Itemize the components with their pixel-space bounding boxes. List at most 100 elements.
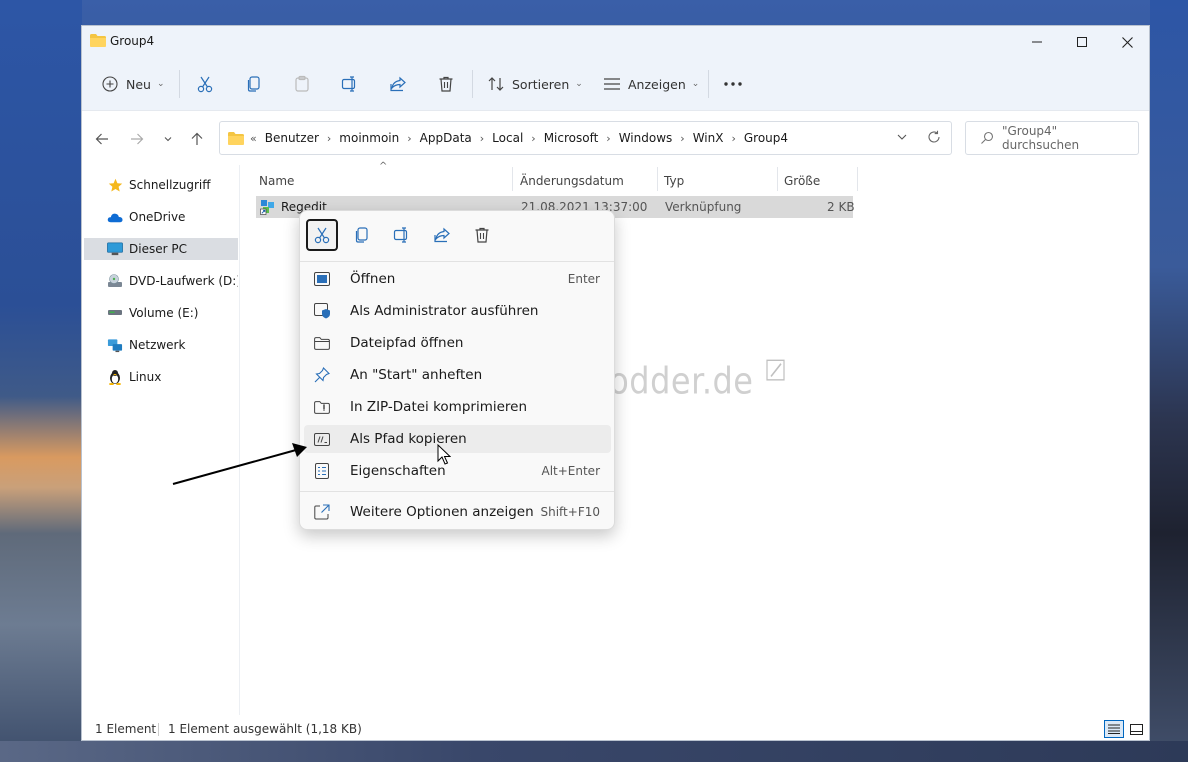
context-item-open[interactable]: Öffnen Enter <box>304 265 611 293</box>
back-button[interactable] <box>92 129 112 149</box>
context-item-open-file-location[interactable]: Dateipfad öffnen <box>304 329 611 357</box>
chevron-down-icon: ⌄ <box>156 79 165 89</box>
up-button[interactable] <box>187 129 207 149</box>
column-header-label: Änderungsdatum <box>520 174 624 188</box>
rename-button[interactable] <box>341 68 359 100</box>
column-header-label: Name <box>259 174 295 188</box>
cut-button[interactable] <box>196 68 214 100</box>
new-button[interactable]: Neu ⌄ <box>102 68 165 100</box>
chevron-down-icon <box>897 134 907 140</box>
context-cut-button[interactable] <box>306 219 338 251</box>
context-item-copy-as-path[interactable]: Als Pfad kopieren <box>304 425 611 453</box>
column-header-type[interactable]: Typ <box>664 171 684 191</box>
title-bar[interactable]: Group4 <box>82 26 1149 58</box>
context-item-label: Öffnen <box>350 271 396 287</box>
breadcrumb-item[interactable]: Benutzer <box>265 131 319 145</box>
sidebar-item-quick-access[interactable]: Schnellzugriff <box>84 174 238 196</box>
new-button-label: Neu <box>126 76 151 92</box>
cloud-icon <box>107 210 123 224</box>
copy-icon <box>247 76 260 92</box>
column-divider[interactable] <box>657 167 658 191</box>
status-divider <box>158 723 159 736</box>
breadcrumb-item[interactable]: Local <box>492 131 523 145</box>
context-rename-button[interactable] <box>386 219 418 251</box>
arrow-left-icon <box>95 133 108 145</box>
dvd-drive-icon <box>107 274 123 288</box>
sidebar-item-label: Dieser PC <box>129 242 187 256</box>
sidebar-item-label: Schnellzugriff <box>129 178 211 192</box>
context-item-show-more-options[interactable]: Weitere Optionen anzeigen Shift+F10 <box>304 498 611 526</box>
breadcrumb-item[interactable]: moinmoin <box>339 131 399 145</box>
desktop-wallpaper-left <box>0 0 82 762</box>
sidebar-item-label: DVD-Laufwerk (D:) C <box>129 274 238 288</box>
maximize-button[interactable] <box>1059 26 1105 58</box>
context-delete-button[interactable] <box>466 219 498 251</box>
sidebar-item-dvd-drive[interactable]: DVD-Laufwerk (D:) C <box>84 270 238 292</box>
refresh-button[interactable] <box>927 130 941 144</box>
column-header-size[interactable]: Größe <box>784 171 820 191</box>
recent-locations-button[interactable] <box>158 129 178 149</box>
copy-button[interactable] <box>245 68 263 100</box>
more-options-button[interactable] <box>723 68 743 100</box>
chevron-right-icon: › <box>326 131 332 145</box>
context-item-properties[interactable]: Eigenschaften Alt+Enter <box>304 457 611 485</box>
sidebar-item-label: Netzwerk <box>129 338 186 352</box>
sidebar-item-network[interactable]: Netzwerk <box>84 334 238 356</box>
minimize-button[interactable] <box>1014 26 1060 58</box>
column-header-date[interactable]: Änderungsdatum <box>520 171 624 191</box>
search-box[interactable]: "Group4" durchsuchen <box>965 121 1139 155</box>
sort-button[interactable]: Sortieren ⌄ <box>487 68 583 100</box>
sidebar-item-this-pc[interactable]: Dieser PC <box>84 238 238 260</box>
breadcrumb-item[interactable]: Microsoft <box>544 131 599 145</box>
breadcrumb-item[interactable]: WinX <box>693 131 724 145</box>
column-header-name[interactable]: Name <box>259 171 294 191</box>
tiles-view-button[interactable] <box>1126 720 1146 738</box>
address-bar[interactable]: « Benutzer › moinmoin › AppData › Local … <box>219 121 952 155</box>
column-divider[interactable] <box>777 167 778 191</box>
tiles-view-icon <box>1129 723 1143 735</box>
registry-shortcut-icon <box>260 199 276 215</box>
context-menu-quick-actions <box>300 211 614 261</box>
context-item-run-as-admin[interactable]: Als Administrator ausführen <box>304 297 611 325</box>
breadcrumb-overflow[interactable]: « <box>250 132 257 145</box>
context-item-compress-zip[interactable]: In ZIP-Datei komprimieren <box>304 393 611 421</box>
view-button[interactable]: Anzeigen ⌄ <box>603 68 699 100</box>
status-bar: 1 Element 1 Element ausgewählt (1,18 KB) <box>82 716 1149 740</box>
column-divider[interactable] <box>512 167 513 191</box>
forward-button[interactable] <box>127 129 147 149</box>
drive-icon <box>107 306 123 320</box>
breadcrumb-item[interactable]: Group4 <box>744 131 788 145</box>
chevron-down-icon <box>164 137 172 142</box>
chevron-right-icon: › <box>531 131 536 145</box>
column-divider[interactable] <box>857 167 858 191</box>
sidebar-item-linux[interactable]: Linux <box>84 366 238 388</box>
window-title: Group4 <box>110 34 155 48</box>
sidebar-item-label: Linux <box>129 370 162 384</box>
chevron-right-icon: › <box>680 131 685 145</box>
context-copy-button[interactable] <box>346 219 378 251</box>
chevron-right-icon: › <box>479 131 485 145</box>
paste-button[interactable] <box>293 68 311 100</box>
breadcrumb-item[interactable]: Windows <box>619 131 673 145</box>
rename-icon <box>341 76 356 92</box>
toolbar-separator <box>179 70 180 98</box>
context-share-button[interactable] <box>426 219 458 251</box>
context-item-pin-to-start[interactable]: An "Start" anheften <box>304 361 611 389</box>
status-selection: 1 Element ausgewählt (1,18 KB) <box>168 722 362 736</box>
details-view-icon <box>1108 724 1120 734</box>
search-icon <box>981 131 994 144</box>
address-dropdown-button[interactable] <box>896 132 908 142</box>
context-item-label: In ZIP-Datei komprimieren <box>350 399 528 415</box>
delete-button[interactable] <box>437 68 455 100</box>
share-button[interactable] <box>389 68 407 100</box>
sidebar-item-volume-e[interactable]: Volume (E:) <box>84 302 238 324</box>
context-menu-separator <box>300 261 614 262</box>
close-button[interactable] <box>1104 26 1149 58</box>
trash-icon <box>439 76 453 92</box>
status-item-count: 1 Element <box>95 722 157 736</box>
breadcrumb-item[interactable]: AppData <box>420 131 472 145</box>
details-view-button[interactable] <box>1104 720 1124 738</box>
sort-button-label: Sortieren <box>512 76 570 92</box>
sidebar-item-onedrive[interactable]: OneDrive <box>84 206 238 228</box>
mouse-cursor-icon <box>437 444 451 465</box>
